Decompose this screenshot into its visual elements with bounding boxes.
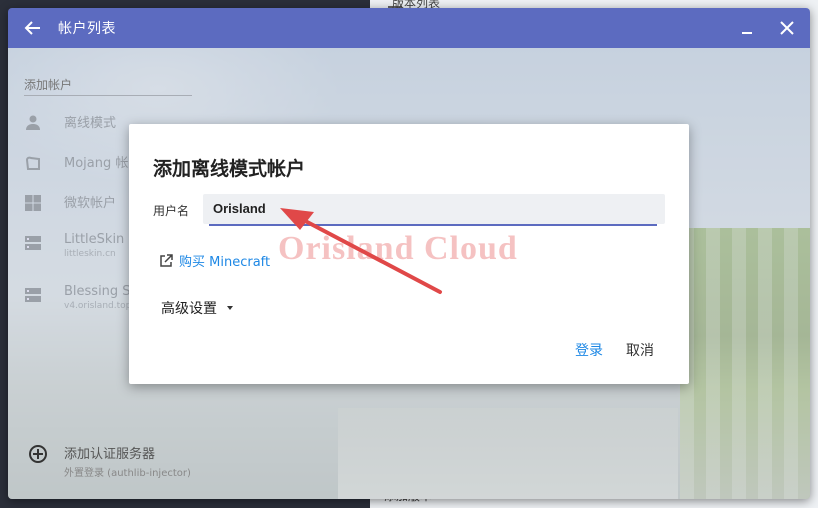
annotation-arrow xyxy=(280,208,442,294)
